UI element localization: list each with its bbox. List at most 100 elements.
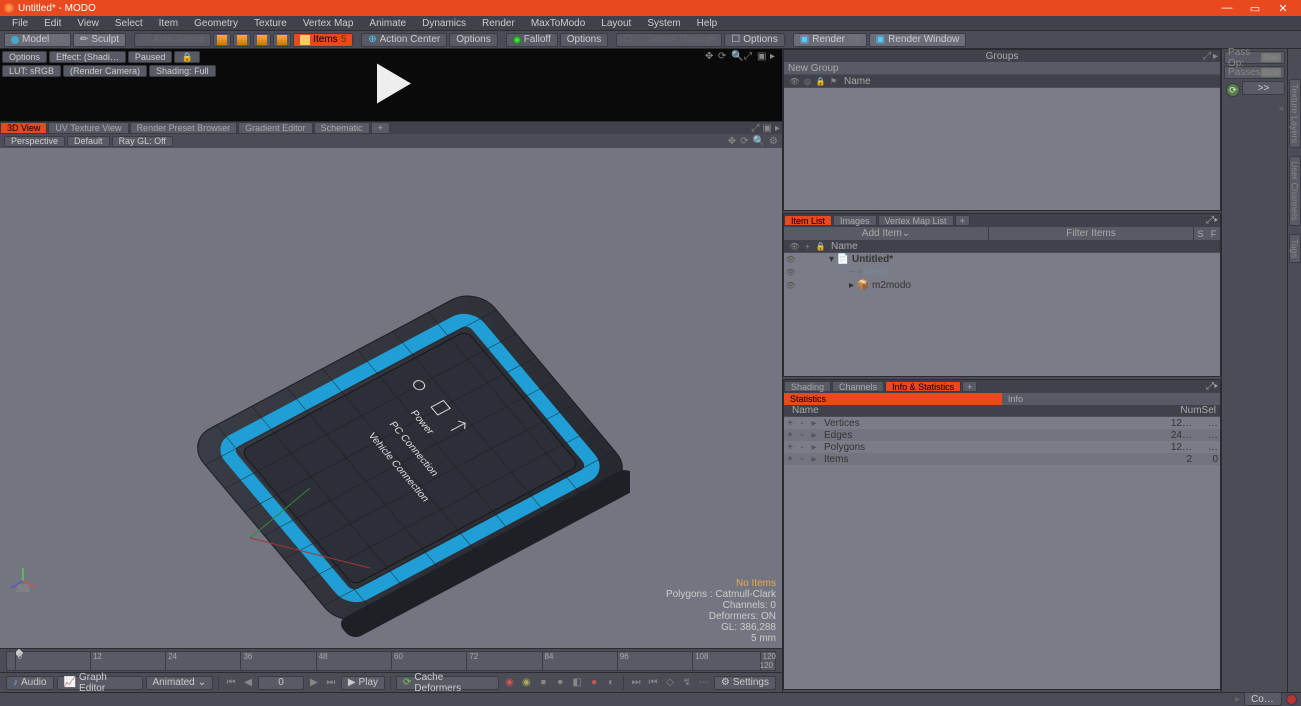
menu-help[interactable]: Help <box>689 18 726 29</box>
vopt-refresh-icon[interactable]: ⟳ <box>740 136 748 147</box>
polygon-select-button[interactable] <box>253 33 271 47</box>
info-chevron-icon[interactable]: ▸ <box>1214 381 1218 392</box>
tab-add[interactable]: + <box>371 122 390 134</box>
record-button[interactable] <box>1286 694 1297 705</box>
tab-gradient-editor[interactable]: Gradient Editor <box>238 122 313 134</box>
rpv-expand-icon[interactable]: ⤢ <box>744 51 754 61</box>
groups-flag-col-icon[interactable]: ⚑ <box>827 77 840 86</box>
action-center-button[interactable]: ⊕Action Center <box>361 33 447 47</box>
tree-row-m2modo[interactable]: 👁 ▸ 📦 m2modo <box>784 279 1220 292</box>
rpv-chevron-icon[interactable]: ▸ <box>770 51 780 61</box>
info-header[interactable]: Info <box>1002 393 1220 405</box>
s-button[interactable]: S <box>1194 229 1207 239</box>
play-button[interactable]: ▶Play <box>341 676 385 690</box>
pass-refresh-button[interactable]: ⟳ <box>1226 83 1240 97</box>
rpv-lut-button[interactable]: LUT: sRGB <box>2 65 61 77</box>
vopt-zoom-icon[interactable]: 🔍 <box>753 136 765 147</box>
items-eye-col-icon[interactable]: 👁 <box>788 242 801 251</box>
menu-file[interactable]: File <box>4 18 36 29</box>
tree-row-mesh[interactable]: 👁 ┈ ▫ Mesh <box>784 266 1220 279</box>
sim-icon1[interactable]: ◉ <box>502 676 516 690</box>
tr-btn-c[interactable]: ◧ <box>570 676 584 690</box>
animated-dropdown[interactable]: Animated ⌄ <box>146 676 214 690</box>
passes-field[interactable]: PassesNew <box>1224 66 1285 79</box>
items-chevron-icon[interactable]: ▸ <box>1214 215 1218 226</box>
perspective-button[interactable]: Perspective <box>4 136 65 147</box>
rpv-camera-button[interactable]: (Render Camera) <box>63 65 147 77</box>
vopt-gear-icon[interactable]: ⚙ <box>769 136 778 147</box>
tab-vertex-map-list[interactable]: Vertex Map List <box>878 215 954 226</box>
tab-items-add[interactable]: + <box>955 215 970 226</box>
tr-btn-j[interactable]: ⋯ <box>697 676 711 690</box>
sculpt-button[interactable]: ✏Sculpt <box>73 33 126 47</box>
go-start-button[interactable]: ⏮ <box>224 676 238 690</box>
menu-view[interactable]: View <box>69 18 107 29</box>
vertex-select-button[interactable] <box>213 33 231 47</box>
vtab-tags[interactable]: Tags <box>1289 234 1301 263</box>
material-select-button[interactable] <box>273 33 291 47</box>
rpv-lock-button[interactable]: 🔒 <box>174 51 199 63</box>
stat-row-vertices[interactable]: +-▸Vertices12…… <box>784 417 1220 429</box>
menu-render[interactable]: Render <box>474 18 523 29</box>
menu-vertexmap[interactable]: Vertex Map <box>295 18 362 29</box>
default-style-button[interactable]: Default <box>67 136 110 147</box>
tab-uv-texture[interactable]: UV Texture View <box>48 122 128 134</box>
filter-items-field[interactable]: Filter Items <box>989 227 1194 240</box>
tab-channels[interactable]: Channels <box>832 381 884 392</box>
rpv-paused-button[interactable]: Paused <box>128 51 173 63</box>
maximize-button[interactable]: ▭ <box>1241 2 1269 15</box>
menu-layout[interactable]: Layout <box>593 18 639 29</box>
add-item-button[interactable]: Add Item ⌄ <box>784 227 989 240</box>
pass-opts-field[interactable]: Pass Op:New <box>1224 51 1285 64</box>
vopt-move-icon[interactable]: ✥ <box>728 136 736 147</box>
new-group-button[interactable]: New Group <box>788 63 839 74</box>
options3-button[interactable]: ☐Options <box>724 33 784 47</box>
menu-animate[interactable]: Animate <box>361 18 414 29</box>
tr-btn-h[interactable]: ◇ <box>663 676 677 690</box>
edge-select-button[interactable] <box>233 33 251 47</box>
raygl-button[interactable]: Ray GL: Off <box>112 136 173 147</box>
close-button[interactable]: ✕ <box>1269 2 1297 15</box>
rpv-shading-button[interactable]: Shading: Full <box>149 65 216 77</box>
audio-button[interactable]: ♪Audio <box>6 676 54 690</box>
viewtab-max-icon[interactable]: ▣ <box>763 123 772 134</box>
panel-chevron-icon[interactable]: ◂ <box>1224 103 1285 114</box>
cache-deformers-button[interactable]: ⟳Cache Deformers <box>396 676 499 690</box>
stat-row-edges[interactable]: +-▸Edges24…… <box>784 429 1220 441</box>
tr-btn-f[interactable]: ⏭ <box>629 676 643 690</box>
rpv-zoom-icon[interactable]: 🔍 <box>731 51 741 61</box>
tab-shading[interactable]: Shading <box>784 381 831 392</box>
items-expand-icon[interactable]: ⤢ <box>1206 215 1214 226</box>
rpv-max-icon[interactable]: ▣ <box>757 51 767 61</box>
menu-system[interactable]: System <box>639 18 688 29</box>
tr-btn-d[interactable]: ● <box>587 676 601 690</box>
autoselect-button[interactable]: ☐Auto Select <box>134 33 211 47</box>
statistics-header[interactable]: Statistics <box>784 393 1002 405</box>
options2-button[interactable]: Options <box>560 33 608 47</box>
menu-texture[interactable]: Texture <box>246 18 295 29</box>
items-plus-col-icon[interactable]: + <box>801 242 814 251</box>
tab-item-list[interactable]: Item List <box>784 215 832 226</box>
groups-chevron-icon[interactable]: ▸ <box>1213 51 1218 62</box>
menu-select[interactable]: Select <box>107 18 151 29</box>
tab-info-add[interactable]: + <box>962 381 977 392</box>
menu-item[interactable]: Item <box>151 18 186 29</box>
tab-render-preset[interactable]: Render Preset Browser <box>130 122 238 134</box>
render-button[interactable]: ▣RenderF9 <box>793 33 867 47</box>
tab-schematic[interactable]: Schematic <box>314 122 370 134</box>
frame-field[interactable]: 0 <box>258 676 304 690</box>
groups-lock-col-icon[interactable]: 🔒 <box>814 77 827 86</box>
co-dropdown[interactable]: Co… <box>1244 692 1282 706</box>
menu-geometry[interactable]: Geometry <box>186 18 246 29</box>
go-end-button[interactable]: ⏭ <box>324 676 338 690</box>
falloff-button[interactable]: Falloff <box>506 33 558 47</box>
minimize-button[interactable]: — <box>1213 2 1241 14</box>
tab-images[interactable]: Images <box>833 215 877 226</box>
rpv-options-button[interactable]: Options <box>2 51 47 63</box>
rpv-effect-button[interactable]: Effect: (Shadi… <box>49 51 126 63</box>
items-lock-col-icon[interactable]: 🔒 <box>814 242 827 251</box>
select-through-button[interactable]: ☐⬚Select Through <box>616 33 722 47</box>
sim-icon2[interactable]: ◉ <box>519 676 533 690</box>
graph-editor-button[interactable]: 📈Graph Editor <box>57 676 143 690</box>
tr-btn-i[interactable]: ↯ <box>680 676 694 690</box>
